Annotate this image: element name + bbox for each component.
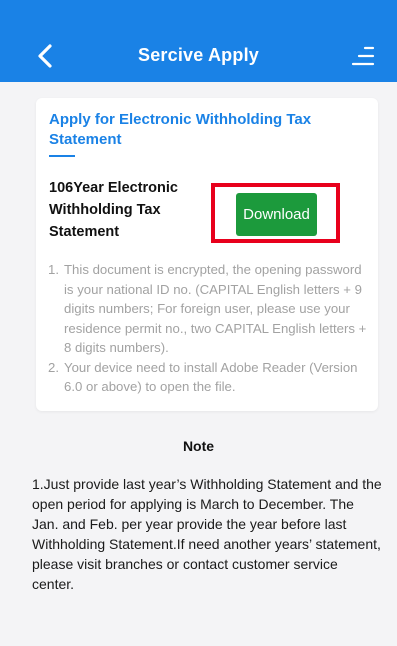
note-text: 1.Just provide last year’s Withholding S… [32,476,382,592]
back-button[interactable] [32,42,58,70]
instruction-number: 1. [48,262,59,277]
list-item: 2. Your device need to install Adobe Rea… [48,358,370,397]
status-bar [0,0,397,28]
note-title: Note [182,438,215,454]
app-header: Sercive Apply [0,28,397,82]
instructions-list: 1. This document is encrypted, the openi… [48,260,370,397]
card-title: Apply for Electronic Withholding Tax Sta… [49,111,312,148]
page-title: Sercive Apply [138,44,259,65]
title-underline [49,155,75,157]
apply-card: Apply for Electronic Withholding Tax Sta… [36,98,378,411]
instruction-text: This document is encrypted, the opening … [64,262,367,355]
instruction-text: Your device need to install Adobe Reader… [64,359,358,395]
list-item: 1. This document is encrypted, the openi… [48,260,370,358]
instruction-number: 2. [48,359,59,375]
document-name: 106Year Electronic Withholding Tax State… [49,180,178,240]
menu-button[interactable] [349,42,377,70]
menu-icon [351,46,375,66]
download-button[interactable]: Download [236,193,317,236]
chevron-left-icon [38,44,52,68]
